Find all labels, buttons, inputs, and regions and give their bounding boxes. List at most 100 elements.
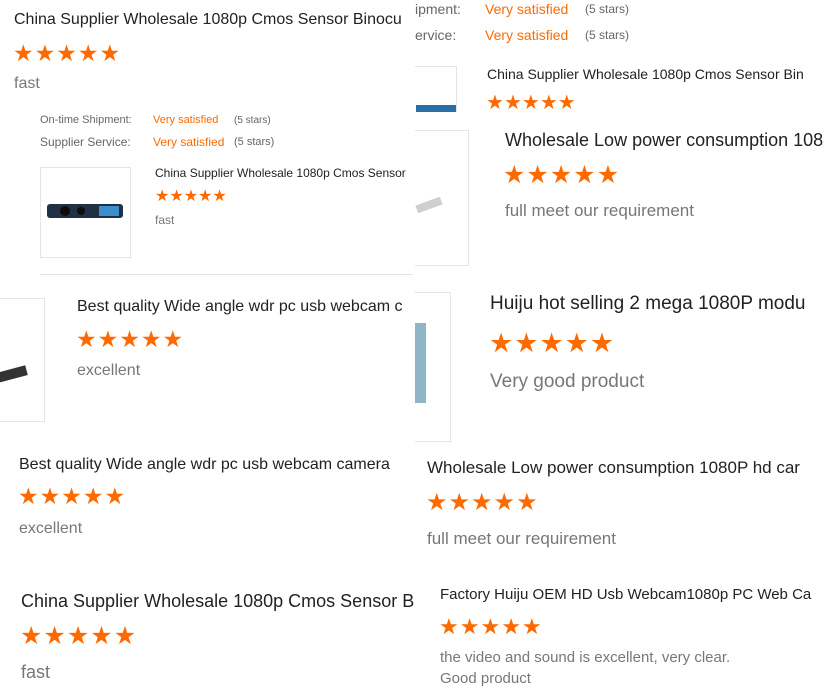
webcam-icon — [415, 323, 426, 403]
star-icon: ★ — [564, 328, 590, 358]
star-icon: ★ — [90, 622, 114, 650]
star-icon: ★ — [34, 40, 57, 66]
star-icon: ★ — [557, 92, 576, 112]
product-thumbnail[interactable] — [40, 167, 131, 258]
star-icon: ★ — [76, 326, 98, 352]
star-icon: ★ — [539, 328, 565, 358]
star-icon: ★ — [526, 161, 550, 189]
star-icon: ★ — [426, 489, 449, 516]
star-icon: ★ — [486, 92, 504, 112]
review-comment: excellent — [77, 362, 141, 379]
star-icon: ★ — [97, 326, 120, 352]
rating-value: Very satisfied — [153, 114, 219, 126]
review-panel-h: Wholesale Low power consumption 1080P hd… — [415, 448, 826, 575]
star-icon: ★ — [521, 614, 543, 639]
review-comment: fast — [21, 662, 51, 682]
star-rating: ★★★★★ — [155, 189, 227, 205]
star-icon: ★ — [39, 483, 62, 509]
review-comment: Very good product — [490, 371, 645, 392]
star-icon: ★ — [13, 40, 35, 66]
star-icon: ★ — [140, 326, 163, 352]
review-comment: fast — [14, 75, 40, 92]
star-rating: ★★★★★ — [486, 93, 576, 112]
star-icon: ★ — [104, 483, 127, 509]
star-icon: ★ — [501, 614, 522, 639]
star-icon: ★ — [212, 188, 227, 205]
star-icon: ★ — [439, 614, 460, 639]
rating-count: (5 stars) — [234, 136, 275, 148]
product-title[interactable]: China Supplier Wholesale 1080p Cmos Sens… — [487, 66, 804, 82]
review-comment: Good product — [440, 670, 531, 687]
review-panel-f: Huiju hot selling 2 mega 1080P modu ★★★★… — [415, 280, 826, 448]
star-icon: ★ — [480, 614, 502, 639]
star-icon: ★ — [77, 40, 100, 66]
product-thumbnail[interactable] — [415, 292, 451, 442]
rating-label: ervice: — [415, 27, 457, 43]
star-icon: ★ — [18, 483, 40, 509]
star-icon: ★ — [99, 40, 122, 66]
star-icon: ★ — [589, 328, 616, 358]
star-rating: ★★★★★ — [489, 330, 615, 357]
rating-label: Supplier Service: — [40, 135, 131, 149]
product-title[interactable]: China Supplier Wholesale 1080p Cmos Sens… — [21, 591, 414, 612]
product-thumbnail[interactable] — [415, 130, 469, 266]
star-icon: ★ — [82, 483, 105, 509]
star-icon: ★ — [521, 92, 540, 112]
star-icon: ★ — [61, 483, 83, 509]
review-panel-j: Factory Huiju OEM HD Usb Webcam1080p PC … — [415, 575, 826, 693]
review-panel-c: On-time Shipment: Very satisfied (5 star… — [0, 110, 415, 282]
review-comment: the video and sound is excellent, very c… — [440, 649, 731, 666]
product-title[interactable]: China Supplier Wholesale 1080p Cmos Sens… — [14, 11, 402, 29]
star-icon: ★ — [448, 489, 472, 516]
star-icon: ★ — [516, 489, 539, 516]
star-rating: ★★★★★ — [20, 624, 137, 649]
star-rating: ★★★★★ — [76, 328, 184, 351]
product-title[interactable]: Wholesale Low power consumption 1080P hd… — [427, 458, 800, 478]
star-icon: ★ — [20, 622, 44, 650]
webcam-module-icon — [47, 204, 123, 218]
rating-count: (5 stars) — [585, 28, 630, 42]
rating-value: Very satisfied — [485, 1, 569, 17]
product-title[interactable]: Huiju hot selling 2 mega 1080P modu — [490, 293, 805, 315]
star-icon: ★ — [549, 161, 574, 189]
star-rating: ★★★★★ — [426, 491, 539, 515]
star-rating: ★★★★★ — [13, 42, 121, 65]
product-title[interactable]: Best quality Wide angle wdr pc usb webca… — [77, 298, 402, 316]
star-icon: ★ — [503, 161, 527, 189]
webcam-module-icon — [415, 196, 443, 214]
review-comment: full meet our requirement — [427, 529, 616, 548]
product-title[interactable]: Factory Huiju OEM HD Usb Webcam1080p PC … — [440, 586, 811, 603]
star-rating: ★★★★★ — [503, 163, 620, 188]
divider — [40, 274, 413, 275]
review-comment: excellent — [19, 520, 83, 537]
review-panel-d: Wholesale Low power consumption 108 ★★★★… — [415, 112, 826, 280]
star-icon: ★ — [162, 326, 185, 352]
star-icon: ★ — [596, 161, 621, 189]
star-icon: ★ — [56, 40, 78, 66]
star-icon: ★ — [539, 92, 558, 112]
star-icon: ★ — [113, 622, 138, 650]
review-panel-g: Best quality Wide angle wdr pc usb webca… — [0, 432, 415, 575]
star-icon: ★ — [489, 328, 515, 358]
review-panel-a: China Supplier Wholesale 1080p Cmos Sens… — [0, 0, 415, 110]
rating-value: Very satisfied — [153, 135, 225, 149]
product-title[interactable]: Best quality Wide angle wdr pc usb webca… — [19, 456, 390, 474]
review-comment: fast — [155, 213, 175, 227]
product-title[interactable]: China Supplier Wholesale 1080p Cmos Sens… — [155, 166, 406, 180]
product-thumbnail[interactable] — [415, 66, 457, 112]
product-title[interactable]: Wholesale Low power consumption 108 — [505, 130, 823, 151]
star-icon: ★ — [459, 614, 481, 639]
webcam-module-icon — [0, 365, 28, 383]
star-icon: ★ — [471, 489, 494, 516]
review-comment: full meet our requirement — [505, 201, 694, 220]
star-rating: ★★★★★ — [18, 485, 126, 508]
star-icon: ★ — [119, 326, 141, 352]
rating-count: (5 stars) — [234, 115, 271, 126]
webcam-icon — [416, 105, 456, 112]
product-thumbnail[interactable] — [0, 298, 45, 422]
star-icon: ★ — [514, 328, 540, 358]
star-icon: ★ — [198, 188, 213, 205]
review-panel-i: China Supplier Wholesale 1080p Cmos Sens… — [0, 575, 415, 693]
review-panel-b: ipment: Very satisfied (5 stars) ervice:… — [415, 0, 826, 112]
rating-label: On-time Shipment: — [40, 114, 132, 126]
